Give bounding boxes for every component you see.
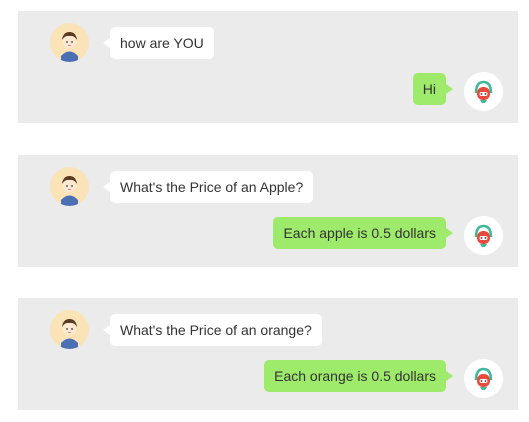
bot-reply-text: Each orange is 0.5 dollars	[274, 368, 436, 384]
user-message-bubble: What's the Price of an Apple?	[102, 171, 314, 203]
bot-avatar-icon	[464, 72, 503, 111]
user-message-bubble: What's the Price of an orange?	[103, 314, 322, 346]
user-message-text: how are YOU	[120, 35, 204, 51]
chat-panel-3: What's the Price of an orange? Each oran…	[18, 298, 518, 410]
bot-reply-text: Each apple is 0.5 dollars	[283, 225, 436, 241]
bot-reply-text: Hi	[422, 81, 436, 97]
chat-panel-1: how are YOU Hi	[18, 11, 518, 123]
bot-reply-bubble: Hi	[412, 73, 454, 105]
bot-avatar-icon	[464, 359, 503, 398]
user-message-text: What's the Price of an Apple?	[120, 179, 304, 195]
user-avatar-icon	[50, 23, 89, 62]
user-avatar-icon	[50, 310, 89, 349]
user-message-text: What's the Price of an orange?	[120, 322, 312, 338]
bot-avatar-icon	[464, 216, 503, 255]
user-message-bubble: how are YOU	[103, 27, 214, 59]
user-avatar-icon	[50, 167, 89, 206]
bot-reply-bubble: Each orange is 0.5 dollars	[264, 360, 453, 392]
bot-reply-bubble: Each apple is 0.5 dollars	[273, 217, 453, 249]
chat-panel-2: What's the Price of an Apple? Each apple…	[18, 155, 518, 267]
